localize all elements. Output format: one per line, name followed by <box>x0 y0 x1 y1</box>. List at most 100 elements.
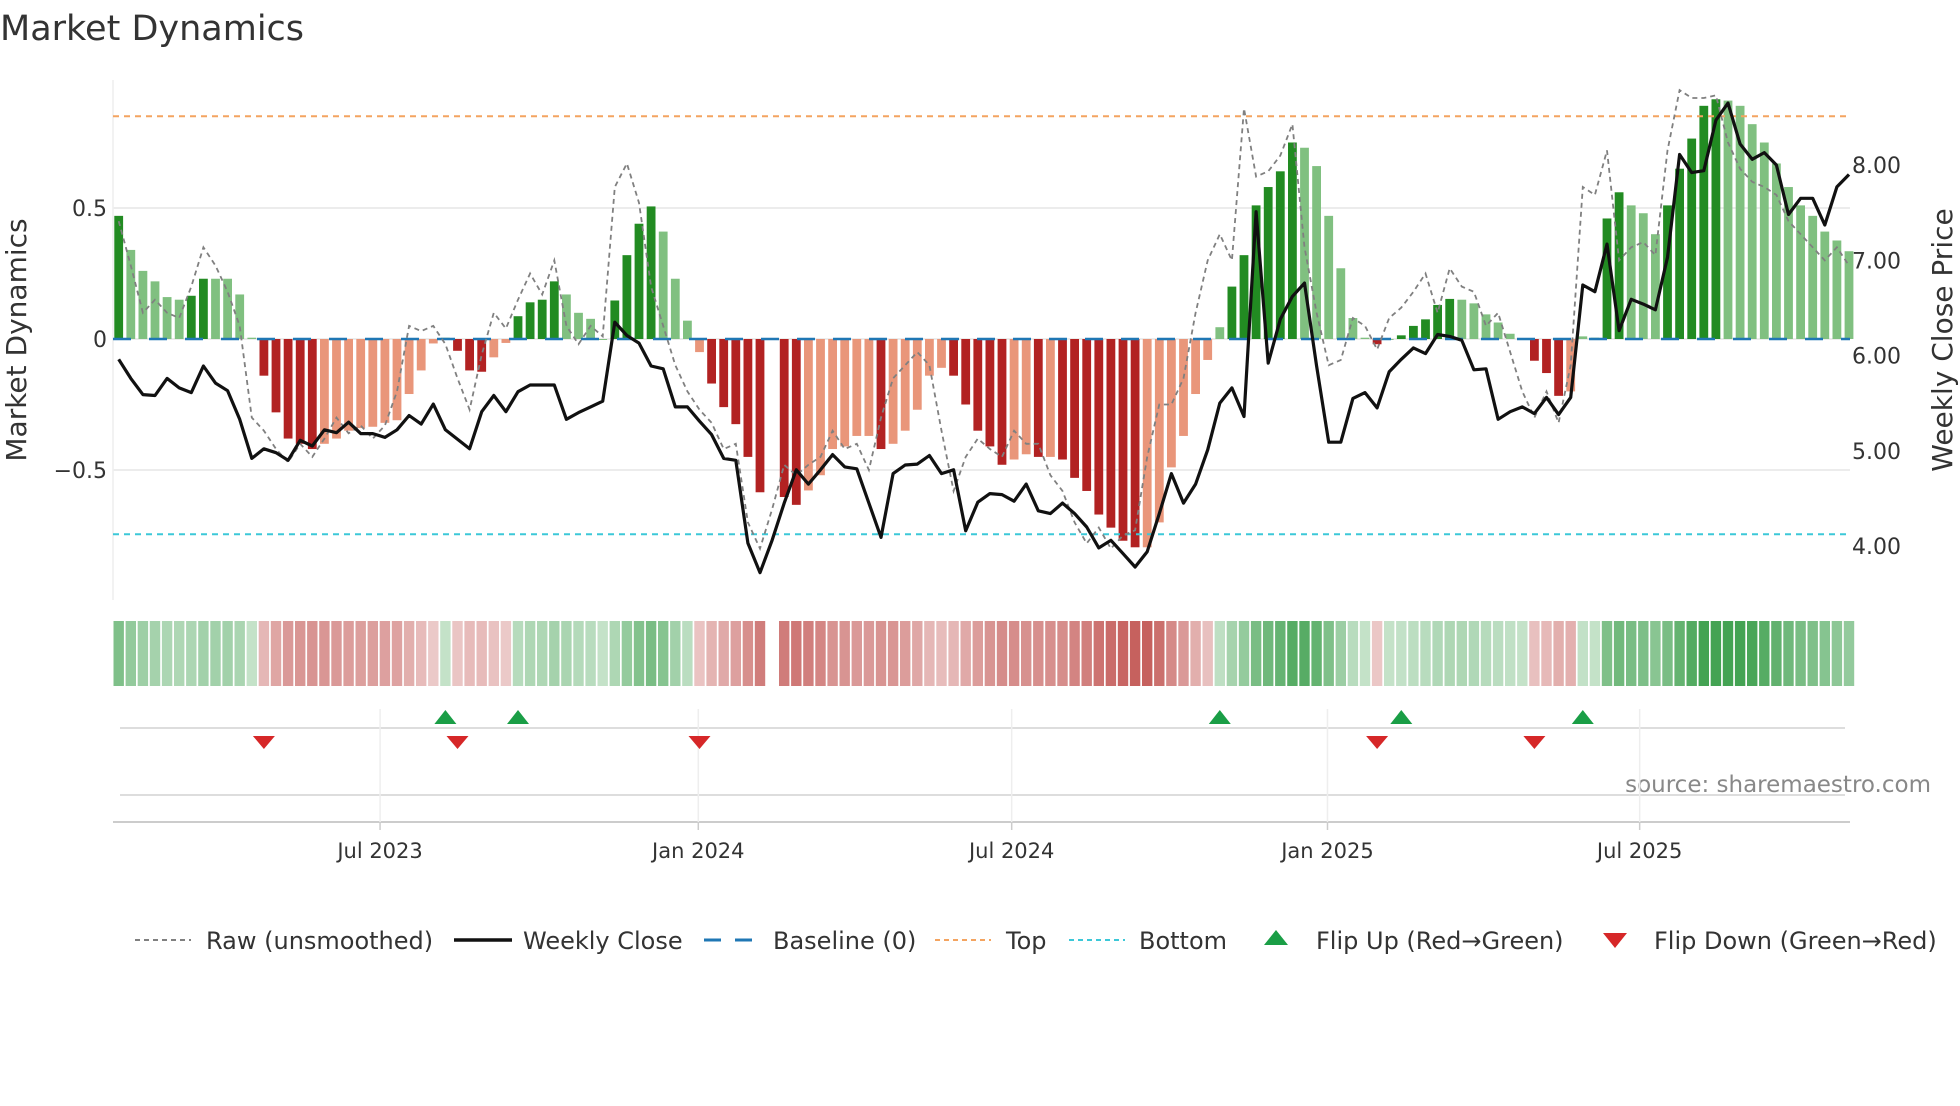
momentum-bar <box>356 339 366 429</box>
regime-cell <box>1505 621 1516 686</box>
momentum-bar <box>1723 100 1733 339</box>
regime-cell <box>827 621 838 686</box>
momentum-bar <box>174 299 184 339</box>
x-tick-label: Jul 2025 <box>1595 839 1682 863</box>
regime-cell <box>1214 621 1225 686</box>
flip-down-marker <box>1366 736 1389 749</box>
regime-cell <box>585 621 596 686</box>
regime-cell <box>452 621 463 686</box>
regime-cell <box>319 621 330 686</box>
regime-cell <box>1045 621 1056 686</box>
momentum-bar <box>1154 339 1164 523</box>
momentum-bar <box>1626 205 1636 339</box>
momentum-bar <box>1336 268 1346 339</box>
regime-cell <box>706 621 717 686</box>
momentum-bar <box>428 339 438 344</box>
momentum-bar <box>1082 339 1092 491</box>
momentum-bar <box>295 339 305 444</box>
momentum-bar <box>1844 251 1854 339</box>
momentum-bar <box>1324 215 1334 339</box>
momentum-bar <box>1820 231 1830 339</box>
momentum-bar <box>1530 339 1539 361</box>
momentum-bar <box>598 339 608 340</box>
regime-cell <box>1480 621 1492 686</box>
momentum-bar <box>465 339 474 371</box>
momentum-bar <box>1239 255 1249 339</box>
regime-cell <box>174 621 185 686</box>
momentum-bar <box>404 339 414 395</box>
legend-label: Raw (unsmoothed) <box>206 927 433 955</box>
x-tick-label: Jul 2024 <box>967 839 1054 863</box>
regime-cell <box>863 621 875 686</box>
regime-cell <box>1250 621 1262 686</box>
momentum-bar <box>1021 339 1031 455</box>
regime-cell <box>1795 621 1806 686</box>
regime-cell <box>621 621 633 686</box>
regime-cell <box>730 621 741 686</box>
momentum-bar <box>344 339 353 431</box>
regime-cell <box>524 621 536 686</box>
regime-cell <box>682 621 693 686</box>
regime-cell <box>996 621 1008 686</box>
regime-cell <box>1129 621 1141 686</box>
y-tick-label: 0.5 <box>72 197 107 222</box>
momentum-bar <box>235 294 245 339</box>
momentum-bar <box>985 339 995 447</box>
regime-cell <box>1323 621 1334 686</box>
regime-cell <box>1396 621 1407 686</box>
regime-cell <box>549 621 560 686</box>
momentum-bar <box>997 339 1007 465</box>
momentum-bar <box>138 270 148 339</box>
regime-cell <box>1033 621 1044 686</box>
momentum-bar <box>186 295 196 339</box>
flip-down-marker <box>252 736 275 749</box>
momentum-bar <box>1602 218 1612 339</box>
regime-cell <box>1238 621 1250 686</box>
regime-cell <box>742 621 754 686</box>
regime-cell <box>295 621 306 686</box>
momentum-bar <box>755 339 765 493</box>
momentum-bar <box>961 339 971 405</box>
momentum-bar <box>683 320 692 339</box>
regime-cell <box>1589 621 1601 686</box>
regime-cell <box>367 621 378 686</box>
regime-cell <box>1565 621 1576 686</box>
regime-cell <box>1287 621 1298 686</box>
momentum-bar <box>283 339 293 439</box>
momentum-bar <box>537 299 547 339</box>
momentum-bar <box>1118 339 1128 541</box>
momentum-bar <box>973 339 983 431</box>
momentum-bars <box>114 99 1854 548</box>
momentum-bar <box>900 339 910 431</box>
flip-up-marker <box>507 710 529 724</box>
momentum-bar <box>562 294 571 339</box>
y-tick-label: −0.5 <box>54 459 107 484</box>
regime-cell <box>573 621 584 686</box>
momentum-bar <box>1058 339 1067 460</box>
regime-cell <box>198 621 209 686</box>
regime-cell <box>1819 621 1830 686</box>
regime-cell <box>307 621 318 686</box>
momentum-bar <box>320 339 329 444</box>
regime-cell <box>246 621 257 686</box>
regime-cell <box>1553 621 1564 686</box>
momentum-bar <box>489 339 499 358</box>
regime-cell <box>1456 621 1467 686</box>
legend-label: Top <box>1005 927 1047 955</box>
regime-cell <box>379 621 391 686</box>
regime-cell <box>1468 621 1480 686</box>
regime-cell <box>960 621 971 686</box>
regime-cell <box>1807 621 1818 686</box>
momentum-bar <box>1578 336 1588 339</box>
momentum-bar <box>574 312 583 339</box>
momentum-bar <box>1638 213 1648 339</box>
legend-label: Baseline (0) <box>773 927 916 955</box>
regime-cell <box>887 621 899 686</box>
flip-up-marker <box>1571 710 1594 724</box>
regime-cell <box>137 621 149 686</box>
regime-cell <box>900 621 911 686</box>
momentum-bar <box>513 316 523 339</box>
regime-cell <box>1008 621 1020 686</box>
regime-cell <box>403 621 415 686</box>
regime-cell <box>1650 621 1661 686</box>
